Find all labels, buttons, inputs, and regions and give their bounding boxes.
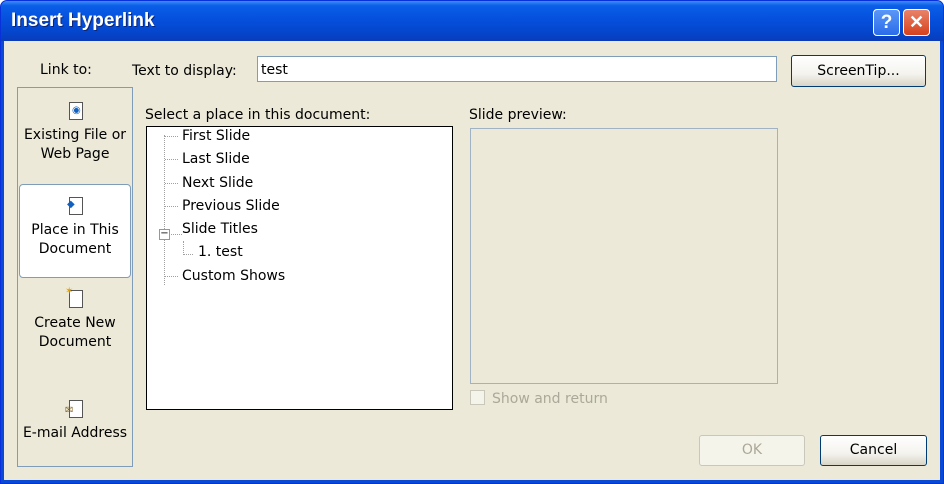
link-to-place-in-document[interactable]: ◆ Place in This Document	[19, 184, 131, 278]
tree-item-slide-titles[interactable]: Slide Titles	[182, 220, 258, 238]
create-new-line2: Document	[38, 334, 112, 350]
existing-file-line1: Existing File or	[23, 127, 127, 143]
tree-item-previous-slide[interactable]: Previous Slide	[182, 197, 280, 215]
show-and-return-checkbox[interactable]	[470, 390, 485, 405]
slide-preview-label: Slide preview:	[469, 107, 567, 123]
tree-item-first-slide[interactable]: First Slide	[182, 127, 250, 145]
existing-file-icon: ◉	[67, 102, 83, 120]
link-to-existing-file[interactable]: ◉ Existing File or Web Page	[18, 102, 132, 164]
text-to-display-input[interactable]: test	[257, 56, 777, 82]
tree-item-last-slide[interactable]: Last Slide	[182, 150, 250, 168]
help-button[interactable]: ?	[873, 9, 900, 36]
place-in-document-line1: Place in This	[31, 222, 119, 238]
tree-item-next-slide[interactable]: Next Slide	[182, 174, 253, 192]
link-to-label: Link to:	[40, 62, 92, 78]
new-document-icon: ✶	[65, 287, 83, 308]
slide-preview-area	[470, 128, 778, 384]
text-to-display-label: Text to display:	[132, 63, 237, 79]
tree-item-custom-shows[interactable]: Custom Shows	[182, 267, 285, 285]
link-to-email-address[interactable]: ✉ E-mail Address	[18, 400, 132, 443]
collapse-slide-titles-icon[interactable]: −	[159, 229, 170, 240]
dialog-body: Link to: ◉ Existing File or Web Page ◆ P…	[4, 41, 940, 480]
place-in-document-line2: Document	[38, 241, 112, 257]
email-icon: ✉	[65, 400, 83, 418]
link-to-create-new-document[interactable]: ✶ Create New Document	[18, 287, 132, 352]
link-to-panel: ◉ Existing File or Web Page ◆ Place in T…	[17, 87, 133, 467]
close-button[interactable]: ✕	[903, 9, 930, 36]
screentip-button[interactable]: ScreenTip...	[791, 55, 926, 87]
ok-button[interactable]: OK	[699, 435, 805, 466]
document-places-tree[interactable]: − First Slide Last Slide Next Slide Prev…	[146, 126, 453, 410]
insert-hyperlink-dialog: Insert Hyperlink ? ✕ Link to: ◉ Existing…	[0, 0, 944, 484]
create-new-line1: Create New	[34, 315, 116, 331]
show-and-return-label: Show and return	[492, 391, 608, 407]
title-bar: Insert Hyperlink ? ✕	[1, 1, 943, 41]
dialog-title: Insert Hyperlink	[11, 10, 155, 31]
cancel-button[interactable]: Cancel	[820, 435, 927, 466]
existing-file-line2: Web Page	[40, 146, 110, 162]
select-place-label: Select a place in this document:	[145, 107, 371, 123]
email-address-label: E-mail Address	[22, 425, 128, 441]
place-in-document-icon: ◆	[67, 197, 83, 215]
tree-item-slide-1-test[interactable]: 1. test	[198, 243, 243, 261]
